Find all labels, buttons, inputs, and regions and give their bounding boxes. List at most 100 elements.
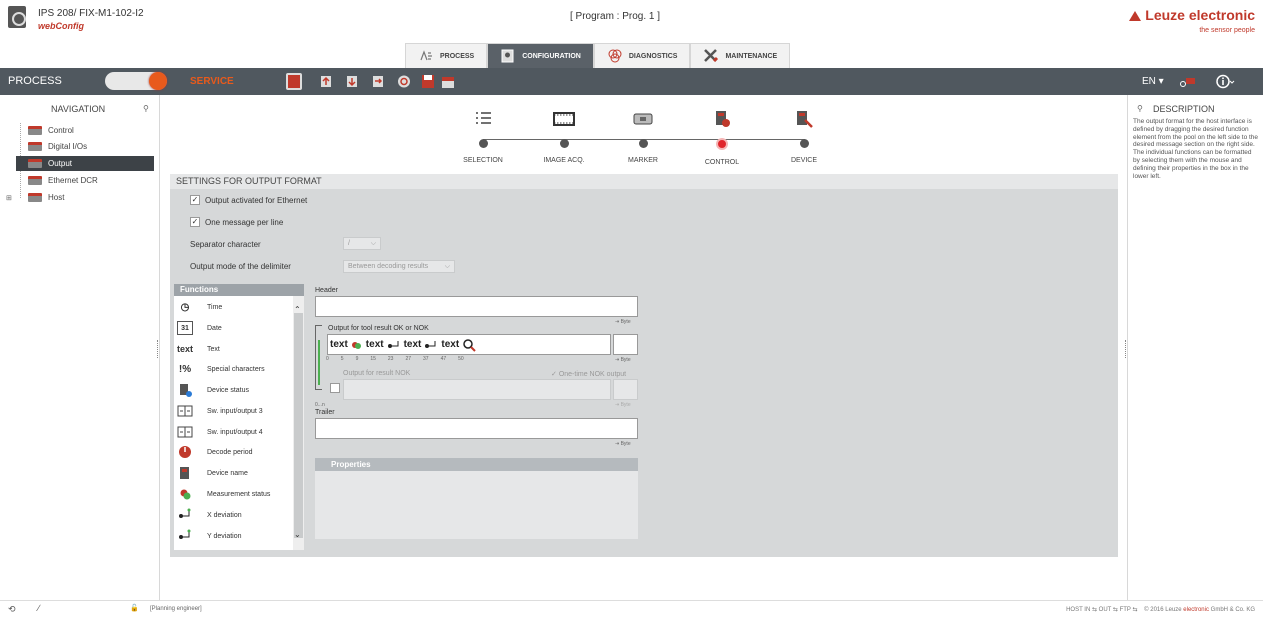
nav-item-output[interactable]: Output <box>16 156 154 171</box>
reset-icon[interactable] <box>396 73 412 90</box>
nav-item-host[interactable]: ⊞ Host <box>4 190 142 205</box>
ruler-tick: 27 <box>405 356 412 362</box>
nok-byte-field[interactable] <box>613 379 638 400</box>
step-image-acq[interactable]: IMAGE ACQ. <box>534 110 594 164</box>
mode-toggle-knob[interactable] <box>149 72 167 90</box>
tab-maintenance-label: MAINTENANCE <box>725 52 778 60</box>
measurement-status-icon[interactable] <box>351 340 363 350</box>
output-activated-checkbox[interactable]: ✓ <box>190 195 200 205</box>
function-y-deviation[interactable]: Y deviation <box>174 526 292 546</box>
function-x-deviation[interactable]: X deviation <box>174 505 292 525</box>
function-special-characters[interactable]: !% Special characters <box>174 359 292 379</box>
pin-icon[interactable]: ⚲ <box>143 104 149 113</box>
function-measurement-status[interactable]: Measurement status <box>174 484 292 504</box>
function-text[interactable]: text Text <box>174 339 292 359</box>
user-role: [Planning engineer] <box>150 606 202 612</box>
process-mode-label: PROCESS <box>8 75 62 87</box>
step-label: MARKER <box>628 157 658 164</box>
ok-nok-byte-field[interactable] <box>613 334 638 355</box>
nav-item-label: Digital I/Os <box>48 142 88 151</box>
tab-process-label: PROCESS <box>440 52 475 60</box>
nav-item-control[interactable]: Control <box>16 123 154 138</box>
footer-info: HOST IN ⇆ OUT ⇆ FTP ⇆ © 2016 Leuze elect… <box>1066 606 1255 613</box>
monitor-icon[interactable] <box>286 73 302 90</box>
settings-panel <box>170 174 1118 557</box>
step-device[interactable]: DEVICE <box>774 110 834 164</box>
upload-icon[interactable] <box>318 73 334 90</box>
token-text[interactable]: text <box>366 339 384 350</box>
function-date[interactable]: 31 Date <box>174 318 292 338</box>
process-icon <box>420 50 432 61</box>
download-icon[interactable] <box>344 73 360 90</box>
resize-handle[interactable] <box>157 340 159 358</box>
ruler-tick: 15 <box>370 356 376 362</box>
nok-field[interactable] <box>343 379 611 400</box>
x-deviation-icon[interactable] <box>387 339 401 351</box>
function-device-status[interactable]: Device status <box>174 380 292 400</box>
separator-select[interactable]: / ⌵ <box>343 237 381 250</box>
list-icon <box>476 112 491 124</box>
lock-icon[interactable]: 🔓 <box>130 604 139 612</box>
header-field[interactable] <box>315 296 638 317</box>
function-label: Device status <box>207 386 250 394</box>
load-icon[interactable] <box>440 73 456 90</box>
tab-configuration[interactable]: CONFIGURATION <box>487 43 594 68</box>
resize-handle[interactable] <box>1125 340 1127 358</box>
special-characters-icon: !% <box>178 363 192 375</box>
function-label: Y deviation <box>207 532 242 540</box>
search-tool-icon[interactable] <box>462 338 476 352</box>
ruler-tick: 23 <box>387 356 394 362</box>
function-time[interactable]: ◷ Time <box>174 297 292 317</box>
chevron-down-icon: ⌵ <box>370 239 376 247</box>
language-select[interactable]: EN ▾ <box>1142 76 1164 87</box>
edit-icon[interactable]: ∕ <box>38 603 40 613</box>
tab-diagnostics[interactable]: DIAGNOSTICS <box>593 43 691 68</box>
nok-checkbox[interactable] <box>330 383 340 393</box>
token-text[interactable]: text <box>330 339 348 350</box>
function-sw-io-3[interactable]: Sw. input/output 3 <box>174 401 292 421</box>
one-message-row: ✓ One message per line <box>190 217 283 227</box>
module-icon <box>28 176 42 185</box>
ruler-tick: 50 <box>458 356 464 362</box>
function-decode-period[interactable]: Decode period <box>174 442 292 462</box>
tab-maintenance[interactable]: MAINTENANCE <box>690 43 791 68</box>
device-icon <box>797 111 813 128</box>
scroll-down-icon[interactable]: ⌄ <box>294 530 301 539</box>
delimiter-label: Output mode of the delimiter <box>190 262 291 271</box>
delimiter-select[interactable]: Between decoding results ⌵ <box>343 260 455 273</box>
connection-icon[interactable] <box>1178 73 1198 90</box>
function-label: Text <box>207 345 220 353</box>
transfer-icon[interactable] <box>370 73 386 90</box>
trailer-field[interactable] <box>315 418 638 439</box>
step-control[interactable]: CONTROL <box>692 110 752 166</box>
program-title: [ Program : Prog. 1 ] <box>570 11 661 22</box>
ruler-tick: 5 <box>340 356 344 362</box>
function-device-name[interactable]: Device name <box>174 463 292 483</box>
info-icon[interactable] <box>1215 73 1235 90</box>
description-title: DESCRIPTION <box>1153 104 1215 114</box>
text-icon: text <box>177 344 194 354</box>
ok-nok-byte-label: ⇥ Byte <box>615 357 631 363</box>
one-message-label: One message per line <box>205 217 284 227</box>
scrollbar-thumb[interactable] <box>294 313 303 538</box>
step-dot <box>478 139 488 148</box>
nav-item-digital-ios[interactable]: Digital I/Os <box>16 139 154 154</box>
refresh-icon[interactable]: ⟲ <box>8 604 16 615</box>
expand-icon[interactable]: ⊞ <box>6 194 12 202</box>
scroll-up-icon[interactable]: ⌃ <box>294 305 301 314</box>
brand-triangle-icon <box>1129 11 1142 21</box>
nav-item-ethernet-dcr[interactable]: Ethernet DCR <box>16 173 154 188</box>
function-sw-io-4[interactable]: Sw. input/output 4 <box>174 422 292 442</box>
tab-process[interactable]: PROCESS <box>405 43 488 68</box>
one-message-checkbox[interactable]: ✓ <box>190 217 200 227</box>
nok-label: Output for result NOK <box>343 370 411 377</box>
pin-icon[interactable]: ⚲ <box>1137 104 1143 113</box>
function-label: Measurement status <box>207 490 271 498</box>
save-icon[interactable] <box>420 73 436 90</box>
step-selection[interactable]: SELECTION <box>453 110 513 164</box>
step-marker[interactable]: MARKER <box>613 110 673 164</box>
y-deviation-icon[interactable] <box>424 339 438 351</box>
token-text[interactable]: text <box>441 339 459 350</box>
ok-nok-field[interactable]: text text text text <box>327 334 611 355</box>
token-text[interactable]: text <box>404 339 422 350</box>
